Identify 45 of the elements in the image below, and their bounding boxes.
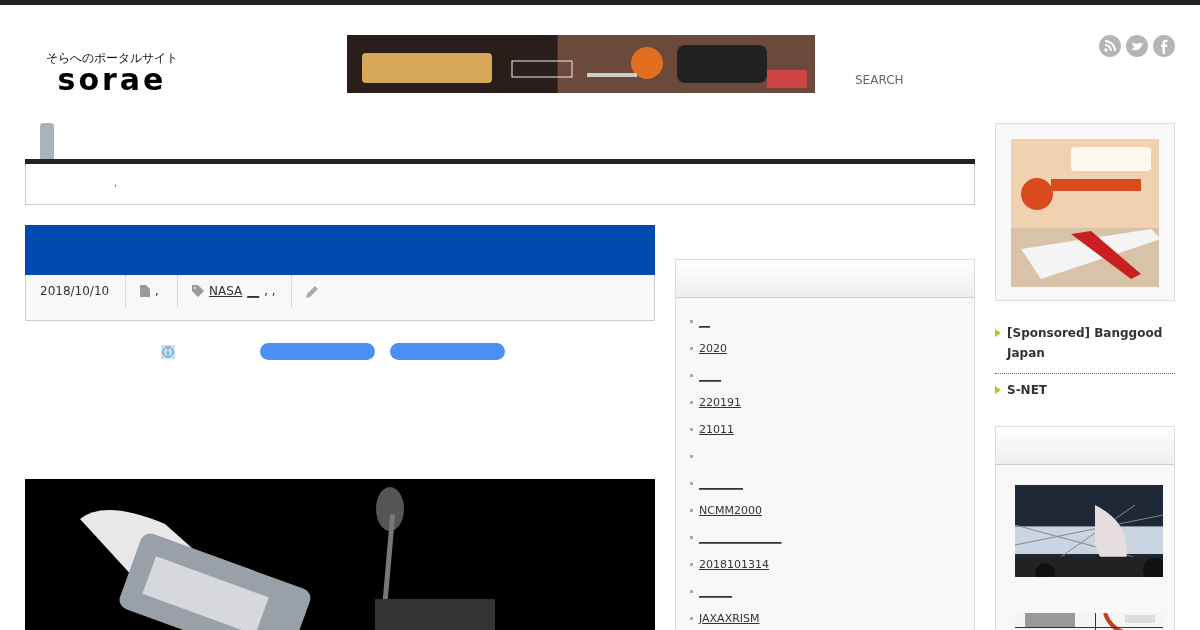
rss-icon[interactable] [1099, 35, 1121, 57]
triangle-icon [995, 386, 1001, 394]
widget-link[interactable]: ______ [699, 585, 732, 598]
bullet-icon [690, 455, 693, 458]
bullet-icon [690, 482, 693, 485]
pencil-icon [306, 284, 319, 298]
bullet-icon [690, 509, 693, 512]
widget-link[interactable]: ________ [699, 477, 743, 490]
bullet-icon [690, 320, 693, 323]
site-logo[interactable]: sorae [57, 67, 167, 93]
widget-link[interactable]: 21011 [699, 423, 734, 436]
sidebar-link[interactable]: [Sponsored] Banggood Japan [1007, 323, 1175, 363]
tag-icon [192, 285, 204, 297]
bird-icon[interactable] [1126, 35, 1148, 57]
sidebar-link[interactable]: S-NET [1007, 380, 1048, 400]
tag-separator: , , [264, 284, 276, 298]
search-link[interactable]: SEARCH [855, 73, 904, 87]
widget-link[interactable]: ____ [699, 369, 721, 382]
site-tagline: そらへのポータルサイト [46, 50, 178, 67]
widget-link[interactable]: 2018101314 [699, 558, 769, 571]
bullet-icon [690, 374, 693, 377]
widget-link[interactable]: 2020 [699, 342, 727, 355]
breadcrumb: , [25, 164, 975, 205]
widget-link[interactable]: NCMM2000 [699, 504, 762, 517]
tag-link[interactable]: NASA [209, 284, 243, 298]
ad-pill[interactable] [390, 343, 505, 360]
document-icon [140, 285, 150, 297]
ad-pill[interactable] [260, 343, 375, 360]
bullet-icon [690, 617, 693, 620]
bullet-icon [690, 536, 693, 539]
widget-link[interactable]: __ [699, 315, 710, 328]
bullet-icon [690, 401, 693, 404]
bullet-icon [690, 347, 693, 350]
tag-link[interactable]: __ [247, 284, 260, 298]
triangle-icon [995, 329, 1001, 337]
widget-link[interactable]: _______________ [699, 531, 782, 544]
post-date: 2018/10/10 [40, 284, 110, 298]
bullet-icon [690, 563, 693, 566]
widget-link[interactable]: JAXAXRISM [699, 612, 760, 625]
bullet-icon [690, 590, 693, 593]
post-category: , [155, 284, 159, 298]
info-icon[interactable] [161, 344, 175, 359]
facebook-icon[interactable] [1153, 35, 1175, 57]
bullet-icon [690, 428, 693, 431]
widget-link[interactable]: 220191 [699, 396, 741, 409]
